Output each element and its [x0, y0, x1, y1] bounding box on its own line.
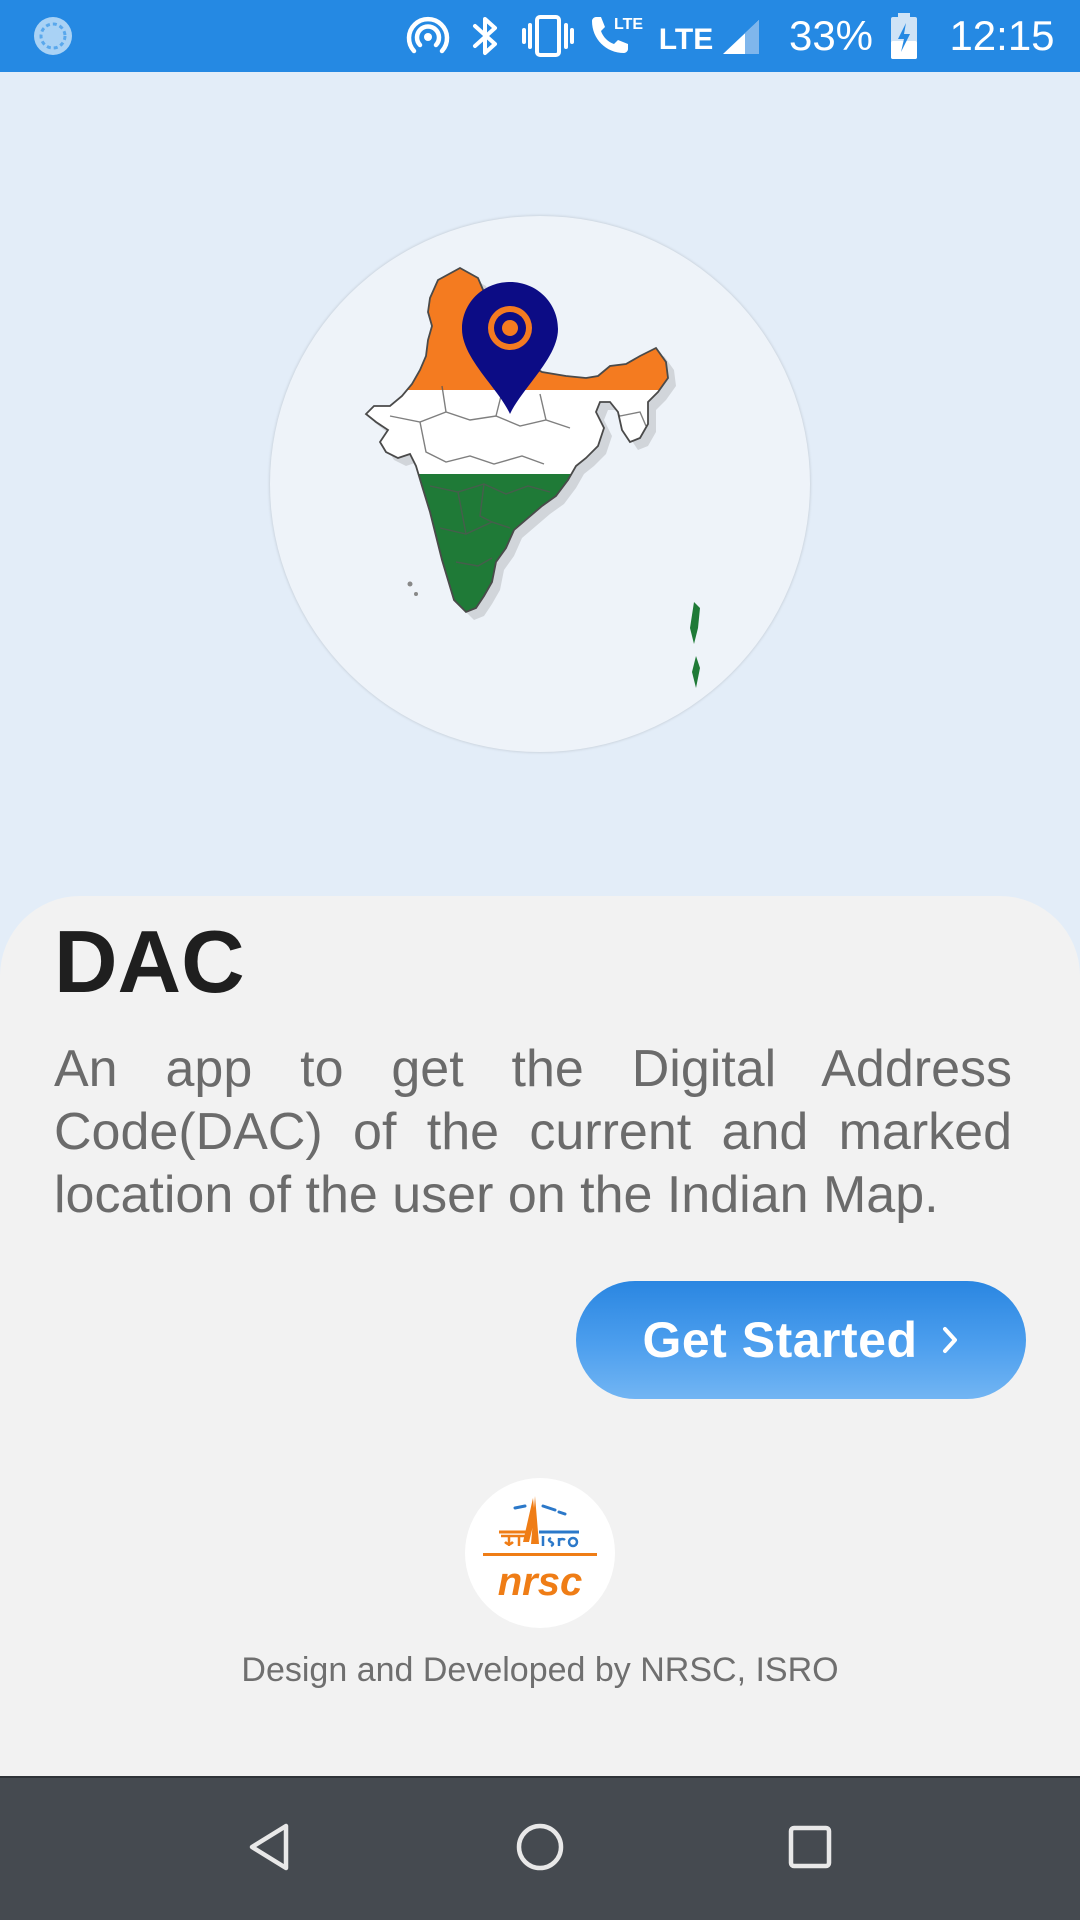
bluetooth-icon: [464, 0, 508, 72]
hotspot-icon: [400, 0, 456, 72]
volte-call-icon: LTE: [584, 0, 644, 72]
nrsc-isro-logo: nrsc: [465, 1478, 615, 1628]
isro-emblem-icon: [483, 1496, 597, 1556]
get-started-label: Get Started: [642, 1312, 918, 1368]
get-started-button[interactable]: Get Started: [576, 1281, 1026, 1399]
recents-button[interactable]: [730, 1778, 890, 1920]
sync-icon: [26, 0, 80, 72]
developer-credit: Design and Developed by NRSC, ISRO: [241, 1651, 839, 1689]
network-type-label: LTE: [658, 23, 714, 56]
navigation-bar: [0, 1776, 1080, 1920]
hero-illustration: [270, 216, 810, 752]
signal-icon: [718, 0, 764, 72]
home-button[interactable]: [460, 1778, 620, 1920]
nrsc-logo-text: nrsc: [497, 1560, 583, 1604]
battery-percent: 33%: [788, 12, 874, 59]
app-title: DAC: [54, 912, 245, 1011]
app-description: An app to get the Digital Address Code(D…: [54, 1040, 1012, 1224]
status-bar: LTE LTE 33% 12:15: [0, 0, 1080, 72]
back-icon: [246, 1821, 294, 1878]
svg-text:LTE: LTE: [614, 16, 643, 33]
home-icon: [514, 1821, 566, 1878]
clock: 12:15: [949, 12, 1055, 59]
battery-charging-icon: [884, 0, 924, 72]
india-map-icon: [364, 266, 700, 688]
vibrate-icon: [518, 0, 578, 72]
recents-icon: [787, 1824, 833, 1875]
chevron-right-icon: [940, 1324, 960, 1356]
back-button[interactable]: [190, 1778, 350, 1920]
